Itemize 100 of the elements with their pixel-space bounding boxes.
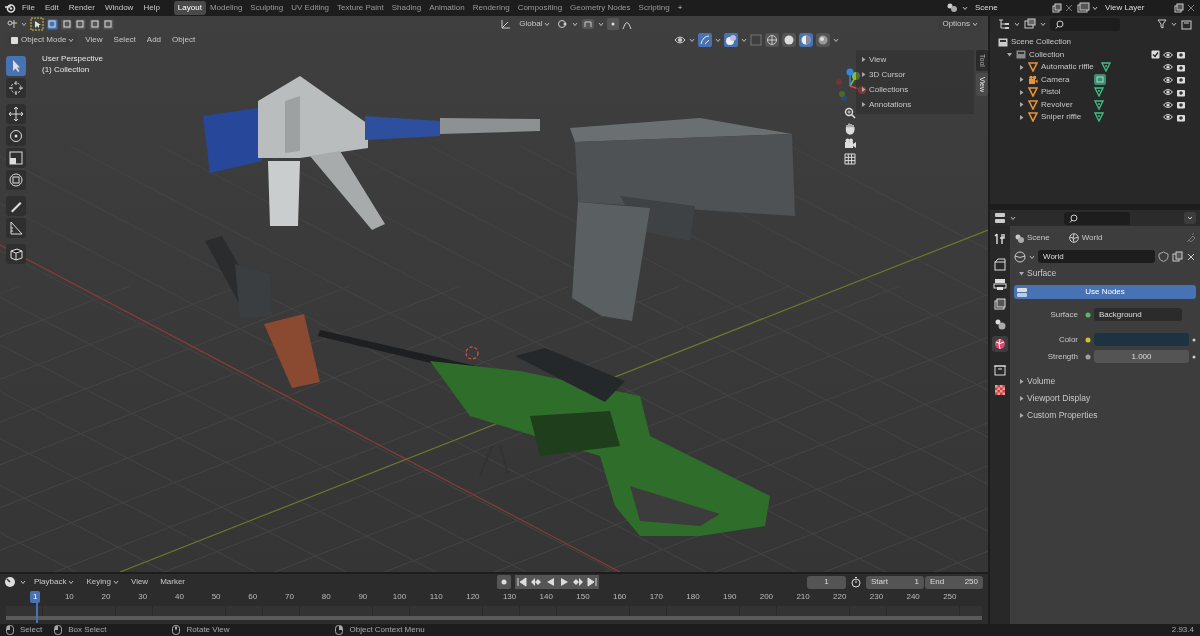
outliner-item[interactable]: Camera [1041, 74, 1087, 85]
outliner-item[interactable]: Scene Collection [1011, 37, 1072, 48]
pin-icon[interactable] [1186, 233, 1196, 243]
orientation-dropdown[interactable]: Global [515, 17, 555, 31]
globe-icon[interactable] [992, 336, 1008, 352]
outliner-item[interactable]: Collection [1029, 49, 1065, 60]
view-layer-icon[interactable] [1076, 2, 1090, 14]
filter-mode-icon[interactable] [1024, 18, 1036, 30]
render-icon[interactable] [992, 256, 1008, 272]
keyframe-dot-icon[interactable] [1192, 354, 1196, 359]
scene-icon[interactable] [946, 2, 960, 14]
mesh-data-icon[interactable] [1094, 87, 1104, 98]
panel-header[interactable]: Viewport Display [1014, 391, 1196, 406]
close-icon[interactable] [1186, 251, 1196, 262]
number-field[interactable]: 1.000 [1094, 350, 1189, 363]
outliner-item[interactable]: Sniper riffle [1041, 112, 1087, 123]
outliner-item[interactable]: Revolver [1041, 99, 1087, 110]
selection-mode-icon[interactable] [61, 18, 72, 30]
jump-to-end-icon[interactable] [585, 575, 600, 589]
visibility-icon[interactable] [1163, 50, 1173, 59]
ruler-icon[interactable] [6, 218, 26, 238]
visibility-icon[interactable] [1163, 100, 1173, 109]
editor-type-icon[interactable] [994, 212, 1006, 224]
visibility-icon[interactable] [1163, 75, 1173, 84]
menu-item[interactable]: Window [100, 1, 138, 15]
copy-icon[interactable] [1052, 3, 1062, 13]
menu-item[interactable]: Select [109, 33, 140, 47]
add-workspace-button[interactable]: + [673, 1, 687, 15]
workspace-tab[interactable]: Scripting [634, 1, 674, 15]
disclosure-triangle-icon[interactable] [860, 71, 867, 78]
record-button-icon[interactable] [497, 575, 512, 589]
end-frame-field[interactable]: End 250 [925, 575, 983, 589]
render-camera-icon[interactable] [1176, 75, 1186, 85]
workspace-tab[interactable]: Sculpting [246, 1, 288, 15]
shader-field[interactable]: Background [1094, 308, 1182, 321]
copy-icon[interactable] [1174, 3, 1184, 13]
hand-icon[interactable] [844, 122, 856, 135]
disclosure-triangle-icon[interactable] [860, 101, 867, 108]
image-stack-icon[interactable] [992, 296, 1008, 312]
sidebar-panel-header[interactable]: 3D Cursor [856, 67, 974, 82]
play-reverse-icon[interactable] [543, 575, 558, 589]
checker-icon[interactable] [992, 382, 1008, 398]
sidebar-panel-header[interactable]: Collections [856, 82, 974, 97]
disclosure-triangle-icon[interactable] [1018, 412, 1025, 419]
sniper-rifle-drawing[interactable] [318, 330, 770, 536]
workspace-tab[interactable]: Texture Paint [333, 1, 388, 15]
render-camera-icon[interactable] [1176, 87, 1186, 97]
search-field[interactable] [1050, 17, 1120, 31]
disclosure-triangle-icon[interactable] [1006, 51, 1013, 59]
render-camera-icon[interactable] [1176, 100, 1186, 110]
collection-icon[interactable] [992, 362, 1008, 378]
visibility-icon[interactable] [1163, 113, 1173, 122]
disclosure-triangle-icon[interactable] [860, 86, 867, 93]
close-icon[interactable] [1064, 3, 1074, 13]
disclosure-triangle-icon[interactable] [1018, 270, 1025, 277]
selection-mode-icon[interactable] [89, 18, 100, 30]
timeline-track[interactable] [6, 606, 982, 620]
play-icon[interactable] [557, 575, 572, 589]
crosshair-icon[interactable] [6, 78, 26, 98]
stopwatch-icon[interactable] [850, 576, 862, 588]
visibility-icon[interactable] [1163, 63, 1173, 72]
blender-logo-icon[interactable] [4, 2, 16, 14]
camera-icon[interactable] [843, 138, 857, 150]
move-icon[interactable] [6, 104, 26, 124]
start-frame-field[interactable]: Start 1 [866, 575, 924, 589]
outliner-item[interactable]: Pistol [1041, 87, 1087, 98]
panel-header[interactable]: Volume [1014, 374, 1196, 389]
add-cube-icon[interactable] [6, 244, 26, 264]
select-icon[interactable] [6, 56, 26, 76]
clock-icon[interactable] [4, 576, 16, 588]
menu-item[interactable]: Help [139, 1, 164, 15]
pencil-icon[interactable] [6, 196, 26, 216]
visibility-icon[interactable] [1163, 88, 1173, 97]
use-nodes-button[interactable]: Use Nodes [1014, 285, 1196, 299]
filter-icon[interactable] [1157, 19, 1167, 29]
workspace-tab[interactable]: UV Editing [287, 1, 334, 15]
render-camera-icon[interactable] [1176, 62, 1186, 72]
menu-item[interactable]: Add [142, 33, 166, 47]
editor-type-icon[interactable] [6, 18, 18, 30]
orientation-icon[interactable] [500, 18, 513, 30]
disclosure-triangle-icon[interactable] [1018, 378, 1025, 385]
previous-keyframe-icon[interactable] [529, 575, 544, 589]
display-mode-icon[interactable] [998, 18, 1010, 30]
selection-mode-icon[interactable] [47, 18, 58, 30]
menu-item[interactable]: Marker [156, 575, 190, 589]
current-frame-marker[interactable]: 1 [30, 591, 41, 603]
visibility-icon[interactable] [674, 34, 686, 46]
grid-icon[interactable] [844, 153, 856, 165]
close-icon[interactable] [1186, 3, 1196, 13]
render-camera-icon[interactable] [1176, 112, 1186, 122]
select-box-icon[interactable] [30, 17, 44, 31]
panel-header[interactable]: Custom Properties [1014, 408, 1196, 423]
overlay-toggle-icon[interactable] [724, 33, 738, 47]
keyframe-dot-icon[interactable] [1192, 337, 1196, 342]
transform-icon[interactable] [6, 170, 26, 190]
world-browse-icon[interactable] [1014, 250, 1026, 263]
rotate-icon[interactable] [6, 126, 26, 146]
sidebar-panel-header[interactable]: View [856, 52, 974, 67]
outliner-item[interactable]: Automatic riffle [1041, 62, 1094, 73]
mesh-data-icon[interactable] [1094, 99, 1104, 110]
